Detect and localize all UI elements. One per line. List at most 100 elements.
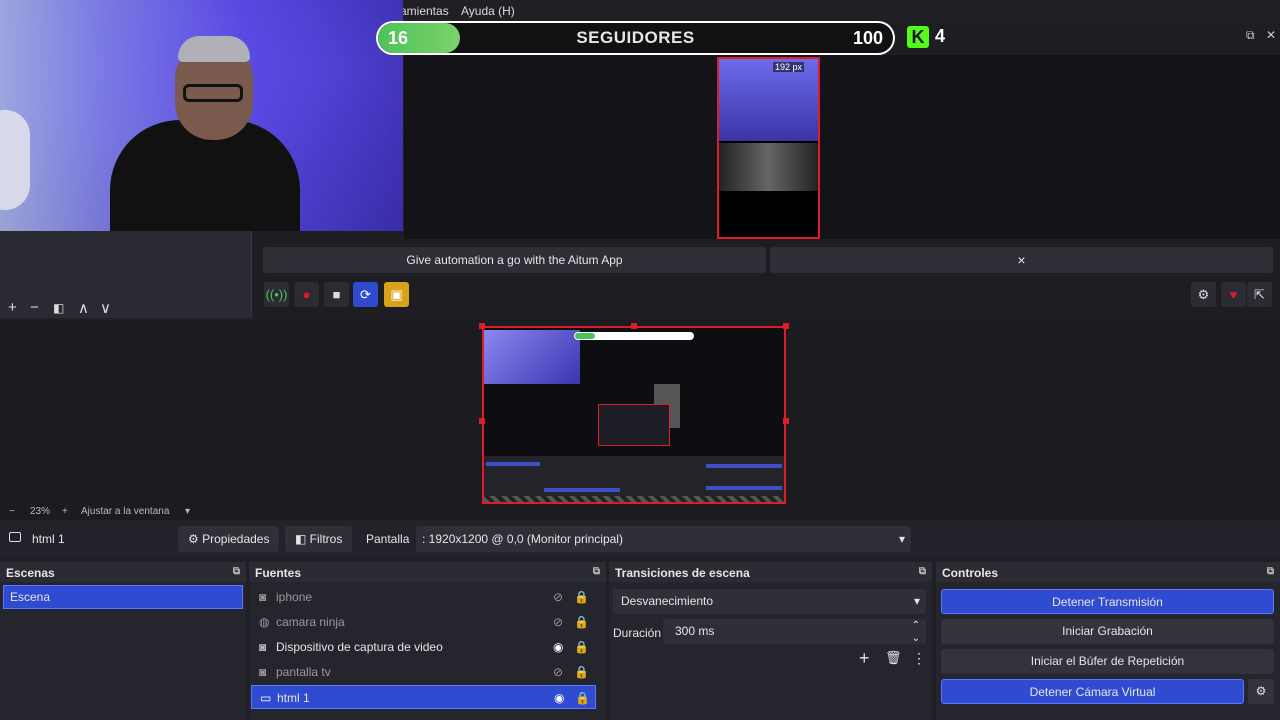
float-icon[interactable]: ⧉ (1246, 28, 1255, 43)
undock-icon[interactable]: ⧉ (1267, 566, 1274, 577)
camera-icon: ◙ (259, 640, 267, 654)
source-name: iphone (276, 590, 313, 604)
zoom-in-button[interactable]: + (62, 506, 68, 517)
program-canvas-source[interactable] (482, 326, 786, 504)
zoom-dropdown-icon[interactable]: ▾ (185, 506, 190, 517)
stop-stream-button[interactable]: Detener Transmisión (941, 589, 1274, 614)
undock-icon[interactable]: ⧉ (593, 566, 600, 577)
unlock-icon[interactable]: 🔒 (575, 686, 590, 710)
source-row[interactable]: ◙ pantalla tv ⊘ 🔒 (251, 660, 596, 684)
source-name: camara ninja (276, 615, 345, 629)
source-name: html 1 (277, 691, 310, 705)
refresh-icon[interactable]: ⟳ (353, 282, 378, 307)
camera-icon: ◙ (259, 665, 267, 679)
eye-icon[interactable]: ◉ (554, 686, 564, 710)
move-up-icon[interactable]: ∧ (78, 299, 89, 317)
globe-icon: ◍ (259, 615, 270, 629)
lock-icon[interactable]: 🔒 (574, 610, 589, 634)
heart-icon[interactable]: ♥ (1221, 282, 1246, 307)
stop-virtual-camera-button[interactable]: Detener Cámara Virtual (941, 679, 1244, 704)
start-recording-button[interactable]: Iniciar Grabación (941, 619, 1274, 644)
resize-handle[interactable] (479, 323, 485, 329)
unlock-icon[interactable]: 🔒 (574, 635, 589, 659)
display-label: Pantalla (366, 532, 410, 546)
monitor-icon: ▭ (260, 691, 272, 705)
stepper-down-icon[interactable]: ⌄ (912, 626, 920, 651)
source-row[interactable]: ◍ camara ninja ⊘ 🔒 (251, 610, 596, 634)
close-icon[interactable]: ✕ (1266, 28, 1276, 42)
settings-icon[interactable]: ⚙ (1191, 282, 1216, 307)
mini-followers-bar (574, 332, 694, 340)
source-row-selected[interactable]: ▭ html 1 ◉ 🔒 (251, 685, 596, 709)
mini-stripes (484, 496, 784, 502)
duration-input[interactable]: 300 ms ⌃ ⌄ (663, 619, 926, 644)
duration-value: 300 ms (675, 624, 715, 638)
monitor-icon (9, 532, 21, 542)
scenes-title: Escenas (6, 566, 55, 580)
stream-icon[interactable]: ((•)) (264, 282, 289, 307)
vertical-canvas-source[interactable]: 192 px (717, 57, 820, 239)
vertical-preview (404, 55, 1280, 239)
trash-icon[interactable]: 🗑 (885, 650, 902, 666)
transitions-title: Transiciones de escena (615, 566, 750, 580)
fit-window-button[interactable]: Ajustar a la ventana (81, 506, 169, 517)
lock-icon[interactable]: 🔒 (574, 585, 589, 609)
properties-button[interactable]: ⚙ Propiedades (178, 526, 280, 552)
followers-goal: 100 (852, 28, 883, 48)
undock-icon[interactable]: ⧉ (233, 566, 240, 577)
menu-ayuda[interactable]: Ayuda (H) (461, 4, 515, 18)
move-down-icon[interactable]: ∨ (100, 299, 111, 317)
display-value: : 1920x1200 @ 0,0 (Monitor principal) (422, 532, 623, 546)
phone-game-feed (719, 143, 818, 191)
person-hair (178, 36, 250, 62)
filter-icon[interactable]: ◧ (53, 301, 64, 315)
properties-label: Propiedades (202, 532, 270, 546)
resize-handle[interactable] (631, 323, 637, 329)
more-icon[interactable]: ⋮ (912, 650, 926, 667)
stop-icon[interactable]: ■ (324, 282, 349, 307)
aitum-close-button[interactable]: × (770, 247, 1273, 273)
eye-hidden-icon[interactable]: ⊘ (553, 610, 563, 634)
mini-obs-ui (484, 456, 784, 496)
add-icon[interactable]: + (8, 299, 17, 316)
virtual-camera-settings-icon[interactable]: ⚙ (1248, 679, 1274, 704)
resize-handle[interactable] (783, 418, 789, 424)
filters-button[interactable]: ◧ Filtros (285, 526, 353, 552)
duration-label: Duración (613, 626, 662, 640)
filters-label: Filtros (309, 532, 343, 546)
source-row[interactable]: ◙ iphone ⊘ 🔒 (251, 585, 596, 609)
scene-item[interactable]: Escena (3, 585, 243, 609)
undock-icon[interactable]: ⧉ (919, 566, 926, 577)
mini-nested-preview (598, 404, 670, 446)
resize-handle[interactable] (783, 323, 789, 329)
controls-title: Controles (942, 566, 999, 580)
source-toolbar: html 1 ⚙ Propiedades ◧ Filtros Pantalla … (0, 520, 1280, 558)
share-icon[interactable]: ⇱ (1247, 282, 1272, 307)
transition-select[interactable]: Desvanecimiento ▾ (613, 589, 926, 614)
aitum-banner[interactable]: Give automation a go with the Aitum App (263, 247, 766, 273)
scene-list-dock: + − ◧ ∧ ∨ (0, 231, 252, 318)
start-replay-buffer-button[interactable]: Iniciar el Búfer de Repetición (941, 649, 1274, 674)
source-row[interactable]: ◙ Dispositivo de captura de video ◉ 🔒 (251, 635, 596, 659)
zoom-out-button[interactable]: − (9, 506, 15, 517)
source-name: pantalla tv (276, 665, 331, 679)
menu-herramientas[interactable]: amientas (400, 4, 449, 18)
followers-title: SEGUIDORES (576, 28, 695, 47)
eye-icon[interactable]: ◉ (553, 635, 563, 659)
record-icon[interactable]: ● (294, 282, 319, 307)
virtual-camera-icon[interactable]: ▣ (384, 282, 409, 307)
display-select[interactable]: : 1920x1200 @ 0,0 (Monitor principal) ▾ (416, 526, 911, 552)
zoom-bar: − 23% + Ajustar a la ventana ▾ (0, 504, 1280, 520)
selected-source-name: html 1 (32, 532, 65, 546)
width-label: 192 px (773, 62, 805, 72)
resize-handle[interactable] (479, 418, 485, 424)
webcam-feed (0, 0, 403, 231)
eye-hidden-icon[interactable]: ⊘ (553, 660, 563, 684)
remove-icon[interactable]: − (30, 299, 39, 316)
lock-icon[interactable]: 🔒 (574, 660, 589, 684)
eye-hidden-icon[interactable]: ⊘ (553, 585, 563, 609)
person-glasses (183, 84, 243, 102)
kick-count: 4 (935, 26, 946, 46)
zoom-value: 23% (30, 506, 51, 517)
add-transition-icon[interactable]: + (859, 648, 870, 669)
